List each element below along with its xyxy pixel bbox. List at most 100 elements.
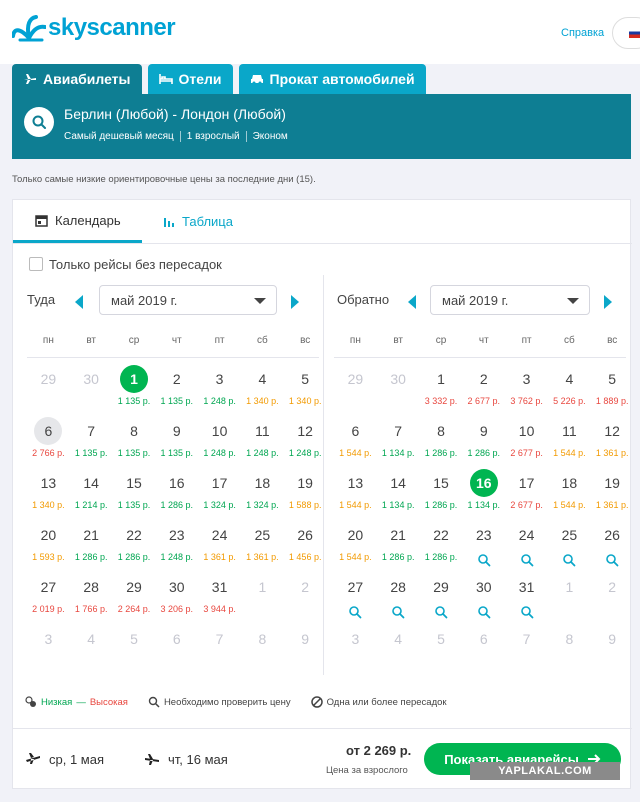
calendar-day[interactable]: 20 1 544 р. bbox=[334, 521, 377, 573]
calendar-day[interactable]: 22 1 286 р. bbox=[113, 521, 156, 573]
calendar-day[interactable]: 25 1 361 р. bbox=[241, 521, 284, 573]
tab-flights[interactable]: Авиабилеты bbox=[12, 64, 142, 94]
calendar-day[interactable]: 31 bbox=[505, 573, 548, 625]
day-price: 1 340 р. bbox=[288, 396, 322, 406]
calendar-day[interactable]: 15 1 286 р. bbox=[420, 469, 463, 521]
calendar-day[interactable]: 4 1 340 р. bbox=[241, 365, 284, 417]
calendar-day[interactable]: 28 bbox=[377, 573, 420, 625]
calendar-day[interactable]: 5 1 340 р. bbox=[284, 365, 327, 417]
direct-only-checkbox[interactable] bbox=[29, 257, 43, 271]
calendar-day[interactable]: 1 1 135 р. bbox=[113, 365, 156, 417]
calendar-day[interactable]: 26 bbox=[591, 521, 634, 573]
calendar-day[interactable]: 14 1 134 р. bbox=[377, 469, 420, 521]
calendar-day[interactable]: 12 1 248 р. bbox=[284, 417, 327, 469]
calendar-day[interactable]: 28 1 766 р. bbox=[70, 573, 113, 625]
outbound-label: Туда bbox=[27, 292, 56, 307]
calendar-day[interactable]: 27 bbox=[334, 573, 377, 625]
calendar-day[interactable]: 16 1 134 р. bbox=[462, 469, 505, 521]
calendar-day[interactable]: 31 3 944 р. bbox=[198, 573, 241, 625]
calendar-day[interactable]: 3 3 762 р. bbox=[505, 365, 548, 417]
day-number: 1 bbox=[437, 371, 445, 387]
outbound-next-icon[interactable] bbox=[291, 295, 299, 309]
direct-only-label[interactable]: Только рейсы без пересадок bbox=[49, 257, 222, 272]
calendar-day[interactable]: 2 1 135 р. bbox=[155, 365, 198, 417]
calendar-day[interactable]: 4 5 226 р. bbox=[548, 365, 591, 417]
calendar-day[interactable]: 17 1 324 р. bbox=[198, 469, 241, 521]
help-link[interactable]: Справка bbox=[561, 27, 604, 39]
day-number: 14 bbox=[83, 475, 99, 491]
search-button[interactable] bbox=[24, 107, 54, 137]
skyscanner-logo[interactable]: skyscanner bbox=[12, 14, 176, 42]
day-number: 2 bbox=[301, 579, 310, 595]
tab-car-hire[interactable]: Прокат автомобилей bbox=[238, 64, 426, 94]
calendar-day[interactable]: 20 1 593 р. bbox=[27, 521, 70, 573]
outbound-month-select[interactable]: май 2019 г. bbox=[99, 285, 277, 315]
day-number: 16 bbox=[168, 475, 185, 491]
price-legend: Низкая — Высокая Необходимо проверить цену… bbox=[25, 696, 447, 708]
calendar-day[interactable]: 13 1 544 р. bbox=[334, 469, 377, 521]
calendar-day[interactable]: 14 1 214 р. bbox=[70, 469, 113, 521]
day-number: 9 bbox=[301, 631, 310, 647]
calendar-day[interactable]: 22 1 286 р. bbox=[420, 521, 463, 573]
return-prev-icon[interactable] bbox=[408, 295, 416, 309]
calendar-day[interactable]: 24 1 361 р. bbox=[198, 521, 241, 573]
calendar-day[interactable]: 30 3 206 р. bbox=[155, 573, 198, 625]
calendar-day[interactable]: 24 bbox=[505, 521, 548, 573]
calendar-day[interactable]: 8 1 286 р. bbox=[420, 417, 463, 469]
calendar-day: 6 bbox=[155, 625, 198, 677]
calendar-day[interactable]: 13 1 340 р. bbox=[27, 469, 70, 521]
calendar-day[interactable]: 15 1 135 р. bbox=[113, 469, 156, 521]
outbound-prev-icon[interactable] bbox=[75, 295, 83, 309]
calendar-day[interactable]: 21 1 286 р. bbox=[70, 521, 113, 573]
calendar-day[interactable]: 23 1 248 р. bbox=[155, 521, 198, 573]
calendar-day[interactable]: 10 2 677 р. bbox=[505, 417, 548, 469]
day-number: 15 bbox=[433, 475, 449, 491]
language-selector[interactable] bbox=[612, 17, 640, 49]
calendar-day[interactable]: 27 2 019 р. bbox=[27, 573, 70, 625]
calendar-day[interactable]: 29 bbox=[420, 573, 463, 625]
calendar-day[interactable]: 26 1 456 р. bbox=[284, 521, 327, 573]
calendar-day[interactable]: 11 1 544 р. bbox=[548, 417, 591, 469]
calendar-day[interactable]: 8 1 135 р. bbox=[113, 417, 156, 469]
calendar-day[interactable]: 9 1 135 р. bbox=[155, 417, 198, 469]
calendar-day[interactable]: 6 1 544 р. bbox=[334, 417, 377, 469]
calendar-day[interactable]: 3 1 248 р. bbox=[198, 365, 241, 417]
day-number: 31 bbox=[518, 579, 535, 595]
calendar-day[interactable]: 19 1 588 р. bbox=[284, 469, 327, 521]
tab-calendar-label: Календарь bbox=[55, 212, 121, 228]
calendar-day[interactable]: 1 3 332 р. bbox=[420, 365, 463, 417]
calendar-day[interactable]: 18 1 544 р. bbox=[548, 469, 591, 521]
calendar-day[interactable]: 17 2 677 р. bbox=[505, 469, 548, 521]
tab-table[interactable]: Таблица bbox=[151, 200, 233, 243]
calendar-day[interactable]: 30 bbox=[462, 573, 505, 625]
calendar-day[interactable]: 5 1 889 р. bbox=[591, 365, 634, 417]
price-per-adult: Цена за взрослого bbox=[326, 765, 408, 776]
calendar-day: 3 bbox=[27, 625, 70, 677]
day-number: 30 bbox=[168, 579, 185, 595]
calendar-day[interactable]: 23 bbox=[462, 521, 505, 573]
calendar-day[interactable]: 11 1 248 р. bbox=[241, 417, 284, 469]
calendar-day[interactable]: 21 1 286 р. bbox=[377, 521, 420, 573]
calendar-day[interactable]: 6 2 766 р. bbox=[27, 417, 70, 469]
calendar-day[interactable]: 19 1 361 р. bbox=[591, 469, 634, 521]
calendar-day[interactable]: 29 2 264 р. bbox=[113, 573, 156, 625]
return-month-select[interactable]: май 2019 г. bbox=[430, 285, 590, 315]
day-price: 1 135 р. bbox=[117, 500, 151, 510]
calendar-day[interactable]: 7 1 135 р. bbox=[70, 417, 113, 469]
calendar-day[interactable]: 18 1 324 р. bbox=[241, 469, 284, 521]
return-next-icon[interactable] bbox=[604, 295, 612, 309]
day-number: 2 bbox=[608, 579, 617, 595]
calendar-day[interactable]: 7 1 134 р. bbox=[377, 417, 420, 469]
calendar-day: 9 bbox=[591, 625, 634, 677]
tab-calendar[interactable]: Календарь bbox=[13, 200, 142, 243]
calendar-day[interactable]: 12 1 361 р. bbox=[591, 417, 634, 469]
day-number: 21 bbox=[390, 527, 406, 543]
calendar-day[interactable]: 9 1 286 р. bbox=[462, 417, 505, 469]
check-price-icon bbox=[349, 606, 362, 619]
search-summary[interactable]: Берлин (Любой) - Лондон (Любой) Самый де… bbox=[12, 94, 631, 159]
tab-hotels[interactable]: Отели bbox=[147, 64, 233, 94]
calendar-day[interactable]: 2 2 677 р. bbox=[462, 365, 505, 417]
calendar-day[interactable]: 10 1 248 р. bbox=[198, 417, 241, 469]
calendar-day[interactable]: 25 bbox=[548, 521, 591, 573]
calendar-day[interactable]: 16 1 286 р. bbox=[155, 469, 198, 521]
